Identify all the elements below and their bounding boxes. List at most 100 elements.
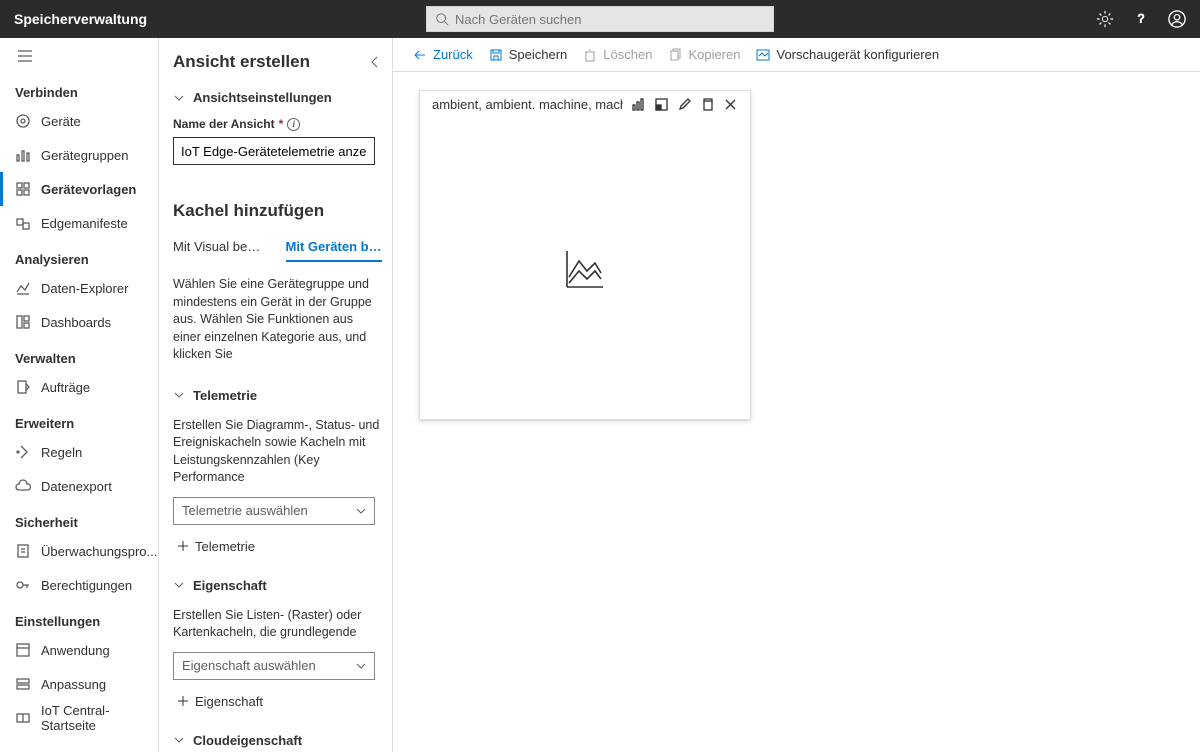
hamburger-button[interactable] — [0, 38, 158, 73]
nav-edgemanifests[interactable]: Edgemanifeste — [0, 206, 158, 240]
key-icon — [15, 577, 31, 593]
nav-audit[interactable]: Überwachungspro... — [0, 534, 158, 568]
settings-icon[interactable] — [1096, 10, 1114, 28]
dashboard-icon — [15, 314, 31, 330]
nav-jobs[interactable]: Aufträge — [0, 370, 158, 404]
command-bar: Zurück Speichern Löschen Kopieren Vorsch… — [393, 38, 1200, 72]
nav-label: Dashboards — [41, 315, 111, 330]
nav-explorer[interactable]: Daten-Explorer — [0, 271, 158, 305]
export-icon — [15, 478, 31, 494]
view-name-input[interactable] — [173, 137, 375, 165]
search-input[interactable] — [455, 12, 765, 27]
nav-group-sicherheit: Sicherheit — [0, 503, 158, 534]
nav-permissions[interactable]: Berechtigungen — [0, 568, 158, 602]
cloudproperty-title: Cloudeigenschaft — [193, 733, 302, 748]
nav-dataexport[interactable]: Datenexport — [0, 469, 158, 503]
add-telemetry[interactable]: Telemetrie — [173, 539, 382, 554]
edit-icon[interactable] — [677, 97, 692, 112]
info-icon[interactable]: i — [287, 118, 300, 131]
collapse-icon[interactable] — [368, 55, 382, 69]
nav-label: Gerätegruppen — [41, 148, 128, 163]
nav-label: Geräte — [41, 114, 81, 129]
area-chart-placeholder-icon — [563, 247, 607, 291]
required-indicator: * — [279, 117, 284, 131]
section-view-settings[interactable]: Ansichtseinstellungen — [173, 90, 382, 105]
nav-group-verwalten: Verwalten — [0, 339, 158, 370]
copy-label: Kopieren — [688, 47, 740, 62]
nav-iotcentral[interactable]: IoT Central-Startseite — [0, 701, 158, 735]
nav-dashboards[interactable]: Dashboards — [0, 305, 158, 339]
back-button[interactable]: Zurück — [413, 47, 473, 62]
telemetry-dropdown-label: Telemetrie auswählen — [182, 503, 308, 518]
search-box[interactable] — [426, 6, 774, 32]
telemetry-tile[interactable]: ambient, ambient. machine, machi — [419, 90, 751, 420]
jobs-icon — [15, 379, 31, 395]
chevron-down-icon — [173, 92, 185, 104]
nav-label: Gerätevorlagen — [41, 182, 136, 197]
nav-application[interactable]: Anwendung — [0, 633, 158, 667]
copy-button: Kopieren — [668, 47, 740, 62]
plus-icon — [177, 695, 189, 707]
save-label: Speichern — [509, 47, 568, 62]
section-telemetry[interactable]: Telemetrie — [173, 388, 382, 403]
save-icon — [489, 48, 503, 62]
tab-visual[interactable]: Mit Visual begin... — [173, 233, 264, 262]
audit-icon — [15, 543, 31, 559]
telemetry-dropdown[interactable]: Telemetrie auswählen — [173, 497, 375, 525]
telemetry-help: Erstellen Sie Diagramm-, Status- und Ere… — [173, 417, 382, 487]
chevron-down-icon — [173, 734, 185, 746]
property-title: Eigenschaft — [193, 578, 267, 593]
account-icon[interactable] — [1168, 10, 1186, 28]
section-cloudproperty[interactable]: Cloudeigenschaft — [173, 733, 382, 748]
editor-heading: Ansicht erstellen — [173, 52, 310, 72]
view-name-label: Name der Ansicht — [173, 117, 275, 131]
property-help: Erstellen Sie Listen- (Raster) oder Kart… — [173, 607, 382, 642]
nav-group-analysieren: Analysieren — [0, 240, 158, 271]
nav-rules[interactable]: Regeln — [0, 435, 158, 469]
devices-help: Wählen Sie eine Gerätegruppe und mindest… — [173, 276, 382, 364]
delete-label: Löschen — [603, 47, 652, 62]
nav-group-einstellungen: Einstellungen — [0, 602, 158, 633]
groups-icon — [15, 147, 31, 163]
property-dropdown-label: Eigenschaft auswählen — [182, 658, 316, 673]
save-button[interactable]: Speichern — [489, 47, 568, 62]
back-label: Zurück — [433, 47, 473, 62]
preview-button[interactable]: Vorschaugerät konfigurieren — [756, 47, 939, 62]
add-property[interactable]: Eigenschaft — [173, 694, 382, 709]
nav-label: Edgemanifeste — [41, 216, 128, 231]
app-icon — [15, 642, 31, 658]
nav-label: Anwendung — [41, 643, 110, 658]
add-property-label: Eigenschaft — [195, 694, 263, 709]
nav-label: Datenexport — [41, 479, 112, 494]
nav-templates[interactable]: Gerätevorlagen — [0, 172, 158, 206]
nav-label: Daten-Explorer — [41, 281, 128, 296]
nav-label: Regeln — [41, 445, 82, 460]
device-icon — [15, 113, 31, 129]
chevron-down-icon — [173, 579, 185, 591]
help-icon[interactable]: ? — [1132, 10, 1150, 28]
app-title: Speicherverwaltung — [14, 11, 147, 27]
trash-icon — [583, 48, 597, 62]
duplicate-icon[interactable] — [700, 97, 715, 112]
nav-devicegroups[interactable]: Gerätegruppen — [0, 138, 158, 172]
nav-label: Aufträge — [41, 380, 90, 395]
home-icon — [15, 710, 31, 726]
chevron-down-icon — [173, 389, 185, 401]
property-dropdown[interactable]: Eigenschaft auswählen — [173, 652, 375, 680]
chevron-down-icon — [356, 506, 366, 516]
rules-icon — [15, 444, 31, 460]
section-property[interactable]: Eigenschaft — [173, 578, 382, 593]
arrow-left-icon — [413, 48, 427, 62]
tab-devices[interactable]: Mit Geräten beg... — [286, 233, 382, 262]
nav-customize[interactable]: Anpassung — [0, 667, 158, 701]
view-canvas[interactable]: ambient, ambient. machine, machi — [393, 72, 1200, 752]
search-icon — [435, 12, 449, 26]
nav-devices[interactable]: Geräte — [0, 104, 158, 138]
chart-type-icon[interactable] — [631, 97, 646, 112]
edge-icon — [15, 215, 31, 231]
size-icon[interactable] — [654, 97, 669, 112]
close-icon[interactable] — [723, 97, 738, 112]
sidebar: Verbinden Geräte Gerätegruppen Gerätevor… — [0, 38, 159, 752]
nav-group-verbinden: Verbinden — [0, 73, 158, 104]
view-settings-label: Ansichtseinstellungen — [193, 90, 332, 105]
